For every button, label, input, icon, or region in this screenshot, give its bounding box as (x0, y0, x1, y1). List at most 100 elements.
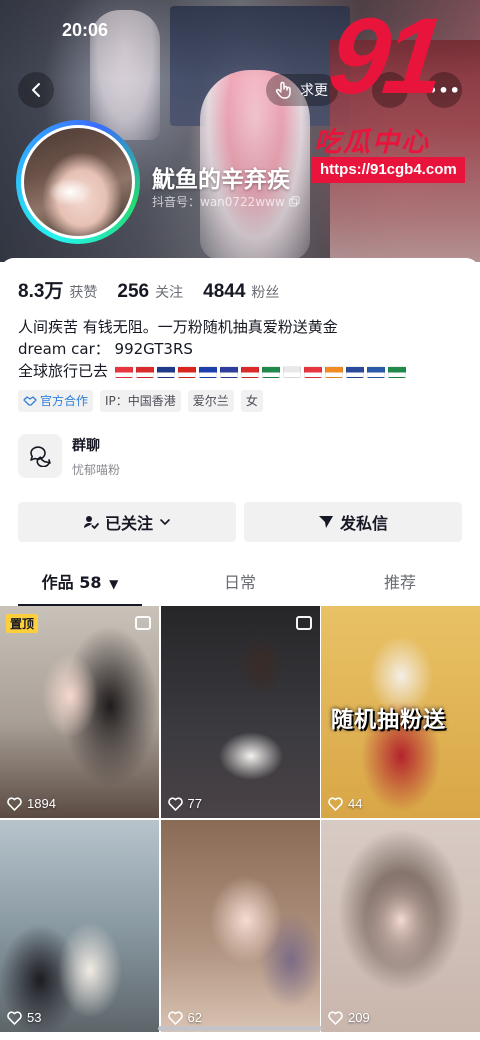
country-flag-icon (156, 365, 175, 378)
country-flag-icon (345, 365, 364, 378)
stat-followers[interactable]: 4844 粉丝 (203, 281, 279, 303)
send-message-label: 发私信 (339, 514, 388, 533)
watermark-number: 91 (323, 0, 445, 116)
stat-followers-value: 4844 (203, 281, 246, 302)
group-chat-text: 群聊 忧郁喵粉 (72, 435, 120, 478)
video-thumbnail[interactable]: 209 (321, 820, 480, 1032)
heart-icon (7, 796, 22, 811)
bio-line-travel: 全球旅行已去 (18, 360, 406, 382)
bio-line: dream car： 992GT3RS (18, 340, 193, 358)
country-flag-icon (135, 365, 154, 378)
back-button[interactable] (18, 72, 54, 108)
heart-icon (328, 1010, 343, 1025)
video-likes: 77 (167, 796, 202, 811)
video-likes: 209 (328, 1010, 370, 1025)
heart-icon (167, 1010, 183, 1025)
heart-icon (167, 796, 183, 811)
chevron-down-icon (160, 519, 170, 525)
country-flag-icon (366, 365, 385, 378)
tab-works[interactable]: 作品 58 ▼ (0, 566, 160, 606)
group-chat-title: 群聊 (72, 437, 100, 454)
stat-likes-value: 8.3万 (18, 281, 64, 302)
video-likes-count: 62 (187, 1010, 202, 1025)
multi-image-icon (135, 616, 151, 630)
copy-icon (288, 196, 300, 207)
tag-label: 官方合作 (40, 394, 89, 408)
tag-label: 女 (245, 394, 258, 408)
tab-label: 日常 (223, 573, 256, 592)
send-message-button[interactable]: 发私信 (244, 502, 462, 542)
country-flag-icon (177, 365, 196, 378)
multi-image-icon (295, 616, 312, 630)
country-flags (114, 365, 406, 378)
video-likes-count: 53 (27, 1010, 42, 1025)
stat-likes[interactable]: 8.3万 获赞 (18, 276, 97, 303)
video-likes: 53 (7, 1010, 41, 1025)
tag-gender: 女 (240, 390, 263, 412)
tab-label: 推荐 (383, 573, 416, 592)
tab-recommended[interactable]: 推荐 (320, 566, 480, 604)
chevron-left-icon (32, 83, 40, 97)
tag-ip-location: IP：中国香港 (100, 390, 181, 412)
heart-icon (328, 796, 343, 811)
followed-button[interactable]: 已关注 (18, 502, 236, 542)
profile-stats: 8.3万 获赞 256 关注 4844 粉丝 (18, 276, 279, 303)
chat-bubbles-icon (30, 446, 51, 467)
bio-line: 全球旅行已去 (18, 362, 109, 380)
douyin-id[interactable]: 抖音号：wan0722www (152, 193, 300, 210)
profile-bio: 人间疾苦 有钱无阻。一万粉随机抽真爱粉送黄金 dream car： 992GT3… (18, 316, 406, 382)
video-likes-count: 209 (348, 1010, 370, 1025)
video-thumbnail[interactable]: 53 (0, 820, 159, 1032)
home-indicator (158, 1026, 322, 1031)
followed-label: 已关注 (104, 514, 153, 533)
avatar-ring[interactable] (16, 120, 140, 244)
watermark-url: https://91cgb4.com (312, 157, 465, 183)
stat-following-label: 关注 (155, 285, 184, 301)
video-thumbnail[interactable]: 62 (160, 820, 320, 1032)
country-flag-icon (303, 365, 322, 378)
tab-label: 作品 58 (41, 573, 102, 592)
handshake-icon (23, 396, 37, 406)
tab-daily[interactable]: 日常 (160, 566, 320, 604)
video-grid: 置顶 1894 77 随机抽粉送 44 53 62 209 (0, 606, 480, 1032)
stat-following[interactable]: 256 关注 (117, 281, 183, 303)
tag-official-cooperation[interactable]: 官方合作 (18, 390, 94, 412)
group-chat-icon-box (18, 434, 62, 478)
video-likes: 62 (167, 1010, 202, 1025)
caret-down-icon: ▼ (109, 577, 119, 591)
profile-tags: 官方合作 IP：中国香港 爱尔兰 女 (18, 390, 263, 412)
content-tabs: 作品 58 ▼ 日常 推荐 (0, 566, 480, 606)
video-likes-count: 44 (348, 796, 363, 811)
group-chat-subtitle: 忧郁喵粉 (72, 462, 121, 477)
stat-likes-label: 获赞 (69, 285, 98, 301)
search-label: 求更 (300, 83, 328, 99)
group-chat-entry[interactable]: 群聊 忧郁喵粉 (18, 434, 120, 478)
video-thumbnail[interactable]: 77 (160, 606, 320, 818)
avatar (24, 128, 132, 236)
watermark-text: 吃瓜中心 (314, 127, 430, 158)
video-likes: 1894 (7, 796, 56, 811)
status-bar-time: 20:06 (62, 20, 109, 40)
hand-pointer-icon (275, 81, 291, 99)
video-likes-count: 1894 (27, 796, 56, 811)
video-likes: 44 (328, 796, 362, 811)
country-flag-icon (387, 365, 406, 378)
video-thumbnail[interactable]: 置顶 1894 (0, 606, 159, 818)
tag-label: IP：中国香港 (105, 394, 176, 408)
stat-followers-label: 粉丝 (251, 285, 280, 301)
country-flag-icon (219, 365, 238, 378)
country-flag-icon (198, 365, 217, 378)
avatar-border (21, 125, 135, 239)
country-flag-icon (324, 365, 343, 378)
stat-following-value: 256 (117, 281, 150, 302)
user-check-icon (83, 516, 99, 529)
send-icon (318, 516, 333, 528)
profile-nickname: 魷鱼的辛弃疾 (152, 167, 290, 193)
tag-country: 爱尔兰 (187, 390, 234, 412)
country-flag-icon (114, 365, 133, 378)
heart-icon (7, 1010, 22, 1025)
country-flag-icon (240, 365, 259, 378)
video-likes-count: 77 (187, 796, 202, 811)
video-thumbnail[interactable]: 随机抽粉送 44 (321, 606, 480, 818)
pinned-badge: 置顶 (6, 614, 39, 633)
